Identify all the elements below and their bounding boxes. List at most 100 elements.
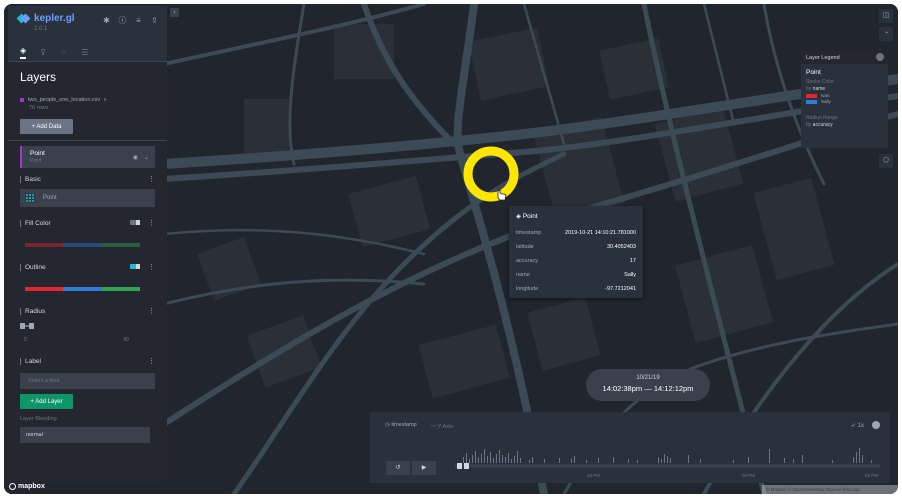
close-time-filter-icon[interactable]: [872, 421, 880, 429]
histogram-bar: [862, 455, 863, 463]
kepler-app: kepler.gl 2.0.1 ✱ ⓘ ≡ ⇪ ◈ ⊽ ☞ ☰ Layers t…: [4, 4, 898, 494]
layer-card-point[interactable]: Point Point ◉ ⌄: [20, 146, 155, 168]
histogram-bar: [487, 456, 488, 463]
layers-tab-icon[interactable]: ◈: [20, 46, 27, 59]
histogram-bar: [661, 459, 662, 463]
radius-min: 0: [24, 337, 27, 343]
fill-color-toggle[interactable]: [130, 220, 140, 225]
legend-header: Layer Legend: [801, 51, 888, 64]
dataset-name: two_people_one_location.csv: [28, 97, 101, 103]
histogram-bar: [490, 452, 491, 463]
dataset-color-swatch: [20, 98, 24, 102]
layer-legend: Layer Legend Point Stroke Color by name …: [801, 51, 888, 148]
tooltip-row: name Sally: [516, 272, 636, 278]
info-icon[interactable]: ⓘ: [118, 16, 127, 25]
fill-color-section: Fill Color ⋮: [20, 219, 155, 247]
split-map-icon: ◫: [882, 12, 890, 19]
divider: [8, 140, 167, 141]
speed-control[interactable]: ➶ 1x: [851, 422, 864, 429]
hover-tooltip: ◈ Point timestamp 2019-10-21 14:10:21.781…: [509, 206, 643, 298]
more-icon[interactable]: ⋮: [148, 357, 155, 365]
kepler-logo-icon: [18, 14, 30, 23]
fill-color-label: Fill Color: [20, 219, 51, 227]
more-icon[interactable]: ⋮: [148, 307, 155, 315]
interactions-tab-icon[interactable]: ☞: [60, 48, 67, 57]
database-icon[interactable]: ≡: [134, 16, 143, 25]
share-icon[interactable]: ⇪: [150, 16, 159, 25]
more-icon[interactable]: ⋮: [148, 264, 155, 271]
histogram-bar: [667, 456, 668, 463]
time-histogram[interactable]: 02 PM 06 PM 08 PM: [455, 436, 880, 480]
split-map-button[interactable]: ◫: [879, 9, 893, 23]
bug-icon[interactable]: ✱: [102, 16, 111, 25]
outline-toggle[interactable]: [130, 264, 140, 269]
panel-title: Layers: [20, 70, 57, 84]
chevron-down-icon[interactable]: ⌄: [144, 154, 149, 161]
histogram-bar: [859, 448, 860, 463]
time-filter-panel: ◷ timestamp 〰 Y Axis ➶ 1x ↺ ▶ 02 PM 06 P…: [370, 412, 890, 483]
chevron-right-icon: ›: [104, 97, 107, 103]
y-axis-selector[interactable]: 〰 Y Axis: [431, 422, 453, 430]
mapbox-logo[interactable]: mapbox: [9, 483, 45, 490]
histogram-bar: [748, 457, 749, 463]
mapbox-icon: [9, 483, 16, 490]
add-layer-button[interactable]: + Add Layer: [20, 394, 73, 409]
layers-icon: ◔: [883, 30, 889, 37]
histogram-bar: [784, 458, 785, 463]
legend-title: Layer Legend: [806, 55, 840, 61]
x-tick-label: 02 PM: [587, 473, 600, 478]
legend-radius-by: by accuracy: [806, 122, 833, 128]
dataset-item[interactable]: two_people_one_location.csv ›: [20, 97, 155, 103]
map-attribution[interactable]: © Mapbox © OpenStreetMap Improve this ma…: [762, 485, 898, 494]
histogram-bar: [469, 459, 470, 463]
radius-range-labels: 0 50: [20, 337, 129, 343]
histogram-bar: [466, 453, 467, 463]
add-data-button[interactable]: + Add Data: [20, 119, 73, 134]
legend-item: Sally: [806, 99, 883, 104]
header-actions: ✱ ⓘ ≡ ⇪: [102, 16, 159, 25]
layer-type-selector[interactable]: Point: [20, 189, 155, 207]
layer-icon: ◈: [516, 213, 521, 220]
eye-icon[interactable]: ◉: [133, 154, 138, 161]
label-field-select[interactable]: Select a field: [20, 373, 155, 389]
histogram-bar: [574, 456, 575, 463]
outline-color-ramp[interactable]: [25, 287, 140, 291]
play-button[interactable]: ▶: [412, 461, 436, 475]
histogram-bar: [472, 455, 473, 463]
collapse-sidebar-button[interactable]: ‹: [170, 8, 179, 17]
fill-color-ramp[interactable]: [25, 243, 140, 247]
filters-tab-icon[interactable]: ⊽: [40, 48, 46, 57]
basic-label: Basic: [20, 175, 41, 183]
legend-radius-label: Radius Range: [806, 115, 838, 121]
draw-polygon-button[interactable]: ⬠: [879, 154, 893, 168]
layer-blending-select[interactable]: normal: [20, 427, 150, 443]
reset-button[interactable]: ↺: [386, 461, 410, 475]
dataset-rows: 76 rows: [29, 105, 49, 111]
layers-control-button[interactable]: ◔: [879, 27, 893, 41]
more-icon[interactable]: ⋮: [148, 175, 155, 183]
play-icon: ▶: [421, 465, 427, 471]
layer-name: Point: [30, 150, 45, 157]
histogram-bar: [544, 459, 545, 463]
histogram-bar: [475, 451, 476, 463]
layer-type: Point: [30, 158, 42, 164]
time-field-selector[interactable]: ◷ timestamp: [385, 422, 417, 430]
slider-handle[interactable]: [29, 323, 34, 329]
slider-handle[interactable]: [20, 323, 25, 329]
more-icon[interactable]: ⋮: [148, 220, 155, 227]
rocket-icon: ➶: [850, 422, 856, 429]
time-window-display: 10/21/19 14:02:38pm — 14:12:12pm: [586, 369, 710, 401]
map-style-tab-icon[interactable]: ☰: [81, 48, 88, 57]
outline-section: Outline ⋮: [20, 263, 155, 291]
radius-label: Radius: [20, 307, 45, 315]
legend-stroke-by: by name: [806, 86, 826, 92]
close-legend-icon[interactable]: [876, 53, 884, 61]
legend-stroke-label: Stroke Color: [806, 79, 834, 85]
radius-slider[interactable]: [20, 323, 34, 329]
layer-card-icons: ◉ ⌄: [133, 154, 149, 161]
histogram-bar: [517, 451, 518, 463]
histogram-bar: [637, 460, 638, 463]
tooltip-row: timestamp 2019-10-21 14:10:21.781000: [516, 230, 636, 236]
histogram-bar: [559, 458, 560, 463]
histogram-bar: [496, 454, 497, 463]
